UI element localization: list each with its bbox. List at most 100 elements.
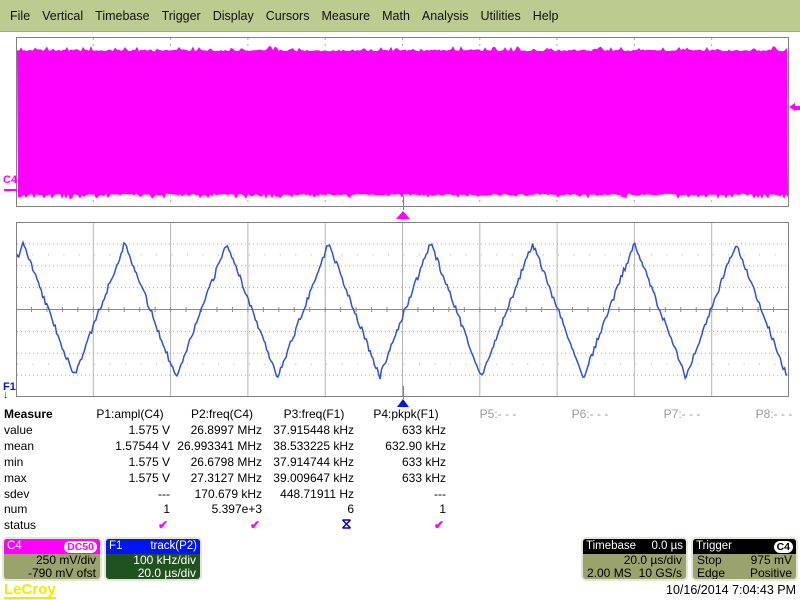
f1-source: track(P2) [150, 539, 197, 554]
c4-ground-level-marker[interactable] [4, 189, 17, 191]
measure-column-header-p1[interactable]: P1:ampl(C4) [84, 407, 176, 423]
menu-bar: File Vertical Timebase Trigger Display Cursor… [0, 0, 800, 32]
menu-item-analysis[interactable]: Analysis [422, 9, 469, 23]
measure-row-label-num: num [0, 502, 84, 518]
c4-waveform-grid [16, 37, 789, 207]
f1-time-per-div: 20.0 µs/div [138, 567, 196, 580]
measure-max-p6 [544, 471, 636, 487]
trigger-descriptor-box[interactable]: Trigger C4 Stop 975 mV Edge Positive [691, 537, 798, 581]
f1-waveform-grid [16, 222, 789, 397]
c4-coupling-badge: DC50 [64, 541, 97, 553]
trigger-time-marker-top[interactable] [396, 211, 410, 219]
measure-mean-p6 [544, 439, 636, 455]
measure-status-p5 [452, 518, 544, 534]
measure-min-p4: 633 kHz [360, 455, 452, 471]
trigger-box-name: Trigger [696, 539, 732, 554]
measure-sdev-p4: --- [360, 487, 452, 503]
measure-num-p8 [728, 502, 800, 518]
measure-max-p1: 1.575 V [84, 471, 176, 487]
measure-mean-p3: 38.533225 kHz [268, 439, 360, 455]
measure-min-p1: 1.575 V [84, 455, 176, 471]
measure-row-label-value: value [0, 423, 84, 439]
f1-box-name: F1 [109, 539, 122, 554]
measure-status-p8 [728, 518, 800, 534]
c4-descriptor-box[interactable]: C4 DC50 250 mV/div -790 mV ofst [2, 537, 102, 581]
measure-column-header-p7[interactable]: P7:- - - [636, 407, 728, 423]
measure-value-p6 [544, 423, 636, 439]
measure-mean-p8 [728, 439, 800, 455]
measure-value-p1: 1.575 V [84, 423, 176, 439]
oscilloscope-screen: File Vertical Timebase Trigger Display Cursor… [0, 0, 800, 600]
measure-column-header-p2[interactable]: P2:freq(C4) [176, 407, 268, 423]
c4-trace [17, 46, 788, 199]
measure-max-p8 [728, 471, 800, 487]
measure-max-p5 [452, 471, 544, 487]
measure-sdev-p8 [728, 487, 800, 503]
measure-status-p1: ✔ [84, 518, 176, 534]
measure-sdev-p1: --- [84, 487, 176, 503]
menu-item-timebase[interactable]: Timebase [95, 9, 149, 23]
measure-status-p3 [268, 518, 360, 534]
measure-row-label-min: min [0, 455, 84, 471]
status-ok-icon: ✔ [250, 518, 260, 532]
status-ok-icon: ✔ [434, 518, 444, 532]
trigger-type: Edge [697, 567, 725, 580]
measure-max-p2: 27.3127 MHz [176, 471, 268, 487]
measure-sdev-p6 [544, 487, 636, 503]
measure-value-p7 [636, 423, 728, 439]
trigger-slope: Positive [750, 567, 792, 580]
measure-mean-p4: 632.90 kHz [360, 439, 452, 455]
trigger-level-marker[interactable] [789, 103, 800, 112]
status-pending-icon [341, 519, 352, 529]
trigger-time-line-bottom [403, 386, 404, 399]
measure-status-p6 [544, 518, 636, 534]
measure-column-header-p5[interactable]: P5:- - - [452, 407, 544, 423]
measure-max-p4: 633 kHz [360, 471, 452, 487]
measure-sdev-p5 [452, 487, 544, 503]
measure-min-p6 [544, 455, 636, 471]
status-ok-icon: ✔ [158, 518, 168, 532]
f1-trace [16, 242, 787, 379]
menu-item-math[interactable]: Math [382, 9, 410, 23]
measure-status-p2: ✔ [176, 518, 268, 534]
measure-mean-p5 [452, 439, 544, 455]
menu-item-trigger[interactable]: Trigger [162, 9, 201, 23]
menu-item-cursors[interactable]: Cursors [266, 9, 310, 23]
measure-value-p5 [452, 423, 544, 439]
timebase-descriptor-box[interactable]: Timebase 0.0 µs 20.0 µs/div 2.00 MS 10 G… [581, 537, 688, 581]
measure-max-p3: 39.009647 kHz [268, 471, 360, 487]
measure-section-title: Measure [0, 407, 84, 423]
measure-mean-p7 [636, 439, 728, 455]
trigger-time-marker-bottom[interactable] [397, 399, 409, 407]
c4-offset: -790 mV ofst [28, 567, 96, 580]
measure-num-p7 [636, 502, 728, 518]
trigger-source-badge: C4 [774, 541, 793, 553]
measure-column-header-p6[interactable]: P6:- - - [544, 407, 636, 423]
measure-row-label-sdev: sdev [0, 487, 84, 503]
menu-item-file[interactable]: File [10, 9, 30, 23]
menu-item-vertical[interactable]: Vertical [42, 9, 83, 23]
measure-sdev-p3: 448.71911 Hz [268, 487, 360, 503]
measure-column-header-p8[interactable]: P8:- - - [728, 407, 800, 423]
measure-num-p6 [544, 502, 636, 518]
trigger-time-line-top [403, 196, 404, 210]
trigger-level-arrow-stem [795, 106, 800, 110]
measure-num-p5 [452, 502, 544, 518]
menu-item-display[interactable]: Display [213, 9, 254, 23]
measure-column-header-p4[interactable]: P4:pkpk(F1) [360, 407, 452, 423]
timebase-samplerate: 10 GS/s [639, 567, 682, 580]
menu-item-utilities[interactable]: Utilities [480, 9, 520, 23]
measure-min-p2: 26.6798 MHz [176, 455, 268, 471]
lecroy-logo: LeCroy [4, 582, 56, 599]
f1-descriptor-box[interactable]: F1 track(P2) 100 kHz/div 20.0 µs/div [104, 537, 202, 581]
measure-column-header-p3[interactable]: P3:freq(F1) [268, 407, 360, 423]
c4-box-name: C4 [7, 539, 22, 554]
menu-item-measure[interactable]: Measure [321, 9, 370, 23]
measure-num-p4: 1 [360, 502, 452, 518]
measure-value-p4: 633 kHz [360, 423, 452, 439]
measure-row-label-status: status [0, 518, 84, 534]
c4-trace-label: C4 [3, 174, 17, 186]
menu-item-help[interactable]: Help [533, 9, 559, 23]
clock-timestamp: 10/16/2014 7:04:43 PM [666, 583, 796, 597]
measure-min-p7 [636, 455, 728, 471]
